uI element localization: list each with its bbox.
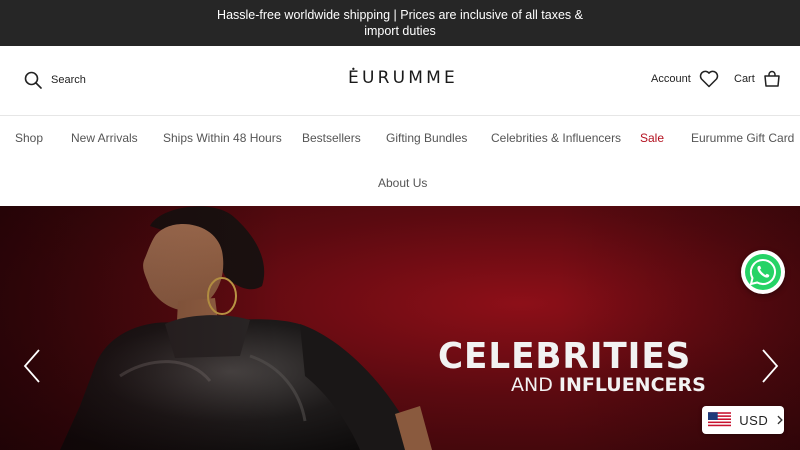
hero-subtitle-emphasis: INFLUENCERS [558,374,706,396]
us-flag-icon [708,412,732,428]
announcement-bar: Hassle-free worldwide shipping | Prices … [0,0,800,46]
hero-subtitle-prefix: AND [511,374,553,396]
site-header: Search • EURUMME Account Cart [0,46,800,116]
whatsapp-button[interactable] [741,250,785,294]
nav-item-gifting-bundles[interactable]: Gifting Bundles [386,131,467,145]
hero-subtitle: AND INFLUENCERS [511,374,706,396]
announcement-text: Hassle-free worldwide shipping | Prices … [217,8,583,38]
cart-label: Cart [734,73,755,85]
chevron-right-icon[interactable] [760,348,780,384]
nav-item-bestsellers[interactable]: Bestsellers [302,131,361,145]
chevron-left-icon[interactable] [22,348,42,384]
nav-item-gift-card[interactable]: Eurumme Gift Card [691,131,794,145]
chevron-right-small-icon [777,415,784,425]
whatsapp-icon [745,254,781,290]
search-button[interactable]: Search [24,71,86,89]
logo-mark: • [351,65,359,74]
cart-button[interactable]: Cart [734,70,781,88]
hero-title: CELEBRITIES [438,336,692,377]
account-link[interactable]: Account [651,73,691,85]
nav-item-sale[interactable]: Sale [640,131,664,145]
search-label: Search [51,74,86,86]
nav-item-new-arrivals[interactable]: New Arrivals [71,131,138,145]
main-navigation: Shop New Arrivals Ships Within 48 Hours … [0,116,800,206]
nav-item-shop[interactable]: Shop [15,131,43,145]
currency-selector[interactable]: USD [702,406,784,434]
logo-text: EURUMME [348,68,458,88]
heart-icon[interactable] [699,70,719,88]
nav-item-ships-48-hours[interactable]: Ships Within 48 Hours [163,131,282,145]
nav-item-about-us[interactable]: About Us [378,176,427,190]
cart-icon [764,70,780,87]
hero-vignette [0,206,800,450]
search-icon [24,71,42,89]
nav-item-celebrities-influencers[interactable]: Celebrities & Influencers [491,131,621,145]
brand-logo[interactable]: • EURUMME [348,65,458,88]
currency-code: USD [739,412,769,428]
hero-banner[interactable]: CELEBRITIES AND INFLUENCERS [0,206,800,450]
